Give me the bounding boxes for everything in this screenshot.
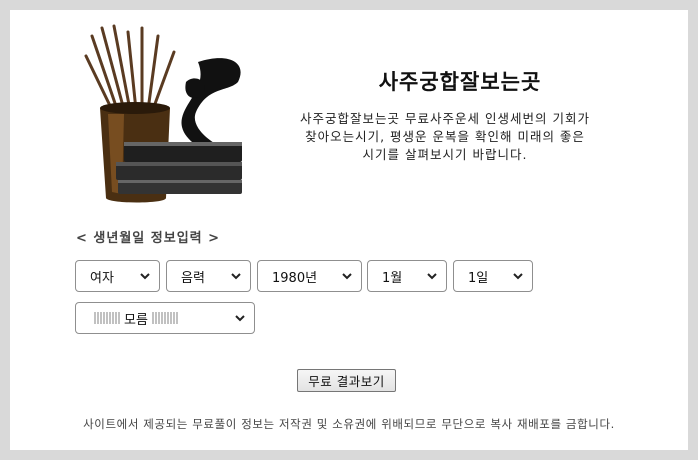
- intro-line-3: 시기를 살펴보시기 바랍니다.: [362, 147, 528, 162]
- chevron-down-icon: [342, 273, 352, 280]
- mosaic-icon: [151, 312, 178, 324]
- chevron-down-icon: [427, 273, 437, 280]
- page-title: 사주궁합잘보는곳: [378, 70, 542, 94]
- day-select-value: 1일: [468, 270, 489, 286]
- mosaic-icon: [94, 312, 120, 324]
- hour-select-value: 모름: [124, 312, 148, 328]
- calendar-select[interactable]: 음력: [166, 260, 251, 292]
- chevron-down-icon: [235, 315, 245, 322]
- page-card: 사주궁합잘보는곳 사주궁합잘보는곳 무료사주운세 인생세번의 기회가 찾아오는시…: [10, 10, 688, 450]
- birthdate-section-label: < 생년월일 정보입력 >: [76, 231, 221, 246]
- copyright-notice: 사이트에서 제공되는 무료풀이 정보는 저작권 및 소유권에 위배되므로 무단으…: [83, 417, 615, 431]
- month-select[interactable]: 1월: [367, 260, 447, 292]
- intro-line-1: 사주궁합잘보는곳 무료사주운세 인생세번의 기회가: [300, 111, 590, 126]
- intro-line-2: 찾아오는시기, 평생운 운복을 확인해 미래의 좋은: [305, 129, 585, 144]
- hour-select[interactable]: 모름: [75, 302, 255, 334]
- year-select[interactable]: 1980년: [257, 260, 362, 292]
- calendar-select-value: 음력: [181, 270, 205, 286]
- month-select-value: 1월: [382, 270, 403, 286]
- intro-description: 사주궁합잘보는곳 무료사주운세 인생세번의 기회가 찾아오는시기, 평생운 운복…: [250, 110, 640, 164]
- gender-select-value: 여자: [90, 270, 114, 286]
- year-select-value: 1980년: [272, 270, 318, 286]
- chevron-down-icon: [231, 273, 241, 280]
- gender-select[interactable]: 여자: [75, 260, 160, 292]
- brush-pot-logo: [84, 24, 242, 203]
- free-result-button[interactable]: 무료 결과보기: [297, 369, 396, 392]
- chevron-down-icon: [513, 273, 523, 280]
- chevron-down-icon: [140, 273, 150, 280]
- day-select[interactable]: 1일: [453, 260, 533, 292]
